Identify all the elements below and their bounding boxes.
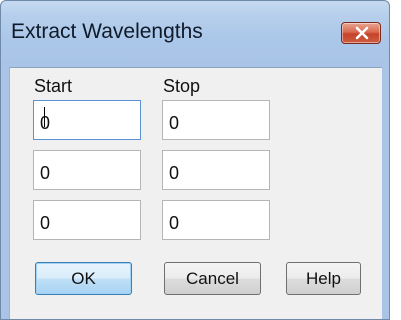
cancel-button[interactable]: Cancel bbox=[164, 262, 261, 295]
start-field-1[interactable] bbox=[33, 100, 141, 140]
start-field-3[interactable] bbox=[33, 200, 141, 240]
stop-field-3[interactable] bbox=[162, 200, 270, 240]
start-field-2[interactable] bbox=[33, 150, 141, 190]
dialog-client-area: Start Stop OK Cancel Help bbox=[9, 67, 382, 319]
stop-label: Stop bbox=[163, 76, 201, 96]
start-label: Start bbox=[34, 76, 73, 96]
dialog-window: Extract Wavelengths Start Stop OK Cancel… bbox=[0, 0, 390, 320]
window-title: Extract Wavelengths bbox=[11, 20, 203, 43]
stop-field-2[interactable] bbox=[162, 150, 270, 190]
help-button[interactable]: Help bbox=[286, 262, 361, 295]
close-icon bbox=[355, 26, 369, 40]
ok-button[interactable]: OK bbox=[35, 262, 132, 295]
title-bar[interactable]: Extract Wavelengths bbox=[1, 1, 389, 67]
text-caret bbox=[44, 107, 45, 127]
stop-field-1[interactable] bbox=[162, 100, 270, 140]
close-button[interactable] bbox=[341, 22, 381, 44]
